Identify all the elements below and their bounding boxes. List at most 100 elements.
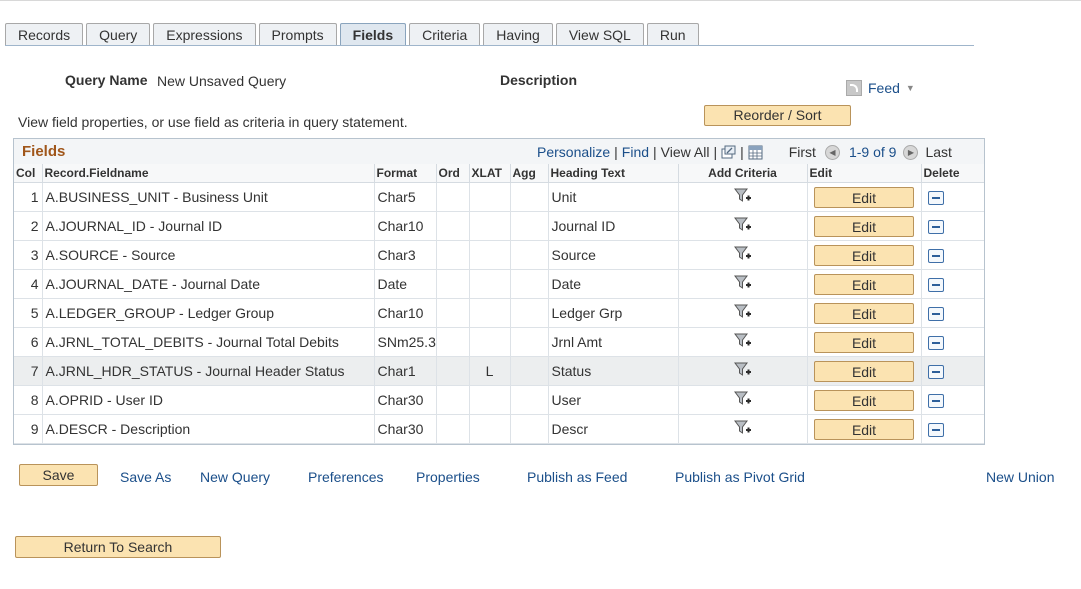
preferences-link[interactable]: Preferences	[308, 469, 383, 485]
row-agg	[510, 385, 549, 415]
properties-link[interactable]: Properties	[416, 469, 480, 485]
tab-query[interactable]: Query	[86, 23, 151, 45]
tab-underline	[5, 45, 974, 46]
tab-prompts[interactable]: Prompts	[258, 23, 337, 45]
add-criteria-filter-icon[interactable]	[733, 304, 752, 324]
row-ord	[436, 414, 470, 444]
row-heading-text: Date	[548, 269, 679, 299]
edit-cell: Edit	[807, 298, 922, 328]
table-row: 9 A.DESCR - Description Char30 Descr Edit	[14, 414, 984, 444]
row-col-number: 7	[14, 356, 43, 386]
col-header-format[interactable]: Format	[374, 164, 437, 183]
tab-fields[interactable]: Fields	[339, 23, 407, 45]
tab-expressions[interactable]: Expressions	[153, 23, 256, 45]
new-union-link[interactable]: New Union	[986, 469, 1054, 485]
col-header-heading-text[interactable]: Heading Text	[548, 164, 679, 183]
row-xlat: L	[469, 356, 511, 386]
tab-having[interactable]: Having	[483, 23, 553, 45]
row-format: Date	[374, 269, 437, 299]
row-fieldname: A.LEDGER_GROUP - Ledger Group	[42, 298, 375, 328]
edit-button[interactable]: Edit	[814, 215, 914, 237]
tab-bar: Records Query Expressions Prompts Fields…	[5, 23, 699, 45]
delete-cell	[921, 182, 984, 212]
feed-icon	[846, 80, 862, 96]
reorder-sort-button[interactable]: Reorder / Sort	[704, 105, 851, 126]
delete-cell	[921, 385, 984, 415]
edit-button[interactable]: Edit	[814, 186, 914, 208]
row-ord	[436, 182, 470, 212]
new-query-link[interactable]: New Query	[200, 469, 270, 485]
row-format: Char1	[374, 356, 437, 386]
return-to-search-button[interactable]: Return To Search	[15, 536, 221, 558]
row-agg	[510, 269, 549, 299]
add-criteria-cell	[678, 269, 808, 299]
row-ord	[436, 385, 470, 415]
edit-button[interactable]: Edit	[814, 360, 914, 382]
delete-row-icon[interactable]	[927, 249, 944, 264]
add-criteria-filter-icon[interactable]	[733, 333, 752, 353]
tab-run[interactable]: Run	[646, 23, 699, 45]
delete-row-icon[interactable]	[927, 191, 944, 206]
row-heading-text: Ledger Grp	[548, 298, 679, 328]
add-criteria-filter-icon[interactable]	[733, 188, 752, 208]
tab-view-sql[interactable]: View SQL	[555, 23, 644, 45]
next-arrow-icon[interactable]: ▶	[903, 144, 919, 160]
chevron-down-icon[interactable]: ▼	[906, 83, 915, 93]
find-link[interactable]: Find	[622, 144, 649, 160]
save-as-link[interactable]: Save As	[120, 469, 171, 485]
delete-row-icon[interactable]	[927, 365, 944, 380]
add-criteria-filter-icon[interactable]	[733, 391, 752, 411]
row-heading-text: Journal ID	[548, 211, 679, 241]
delete-row-icon[interactable]	[927, 220, 944, 235]
add-criteria-filter-icon[interactable]	[733, 275, 752, 295]
personalize-link[interactable]: Personalize	[537, 144, 610, 160]
download-spreadsheet-icon[interactable]	[748, 145, 763, 160]
col-header-agg[interactable]: Agg	[510, 164, 549, 183]
tab-criteria[interactable]: Criteria	[409, 23, 481, 45]
row-xlat	[469, 298, 511, 328]
col-header-xlat[interactable]: XLAT	[469, 164, 511, 183]
delete-row-icon[interactable]	[927, 423, 944, 438]
add-criteria-filter-icon[interactable]	[733, 362, 752, 382]
row-format: Char3	[374, 240, 437, 270]
row-format: Char5	[374, 182, 437, 212]
save-button[interactable]: Save	[19, 464, 98, 486]
delete-row-icon[interactable]	[927, 278, 944, 293]
edit-button[interactable]: Edit	[814, 418, 914, 440]
tab-records[interactable]: Records	[5, 23, 84, 45]
row-format: Char10	[374, 298, 437, 328]
add-criteria-cell	[678, 356, 808, 386]
col-header-ord[interactable]: Ord	[436, 164, 470, 183]
add-criteria-filter-icon[interactable]	[733, 420, 752, 440]
edit-button[interactable]: Edit	[814, 244, 914, 266]
feed-menu[interactable]: Feed ▼	[846, 78, 915, 98]
table-row: 8 A.OPRID - User ID Char30 User Edit	[14, 385, 984, 415]
row-col-number: 5	[14, 298, 43, 328]
add-criteria-cell	[678, 414, 808, 444]
publish-as-feed-link[interactable]: Publish as Feed	[527, 469, 627, 485]
delete-row-icon[interactable]	[927, 307, 944, 322]
add-criteria-cell	[678, 211, 808, 241]
delete-row-icon[interactable]	[927, 394, 944, 409]
add-criteria-filter-icon[interactable]	[733, 217, 752, 237]
delete-row-icon[interactable]	[927, 336, 944, 351]
new-window-icon[interactable]	[721, 145, 736, 160]
row-ord	[436, 298, 470, 328]
row-ord	[436, 240, 470, 270]
row-agg	[510, 414, 549, 444]
row-xlat	[469, 269, 511, 299]
edit-button[interactable]: Edit	[814, 302, 914, 324]
previous-arrow-icon[interactable]: ◀	[824, 144, 840, 160]
publish-as-pivot-grid-link[interactable]: Publish as Pivot Grid	[675, 469, 805, 485]
feed-link[interactable]: Feed	[868, 80, 900, 96]
row-col-number: 8	[14, 385, 43, 415]
add-criteria-filter-icon[interactable]	[733, 246, 752, 266]
edit-button[interactable]: Edit	[814, 273, 914, 295]
edit-button[interactable]: Edit	[814, 389, 914, 411]
delete-cell	[921, 356, 984, 386]
edit-button[interactable]: Edit	[814, 331, 914, 353]
edit-cell: Edit	[807, 356, 922, 386]
view-all-link[interactable]: View All	[661, 144, 710, 160]
grid-header: Fields Personalize | Find | View All | |…	[14, 139, 984, 165]
col-header-fieldname[interactable]: Record.Fieldname	[42, 164, 375, 183]
